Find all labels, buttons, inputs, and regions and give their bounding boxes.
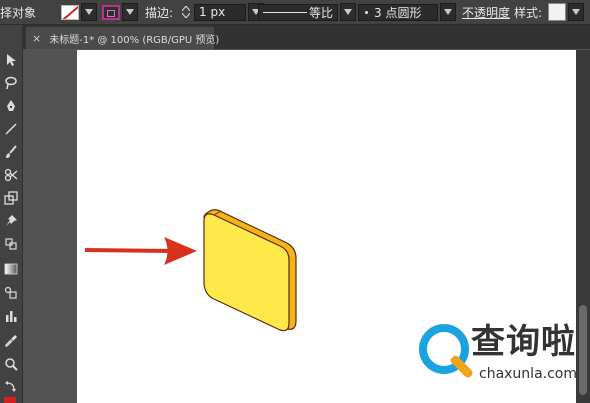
fill-swatch-dropdown[interactable] xyxy=(122,3,138,21)
scissors-tool-icon xyxy=(4,168,18,182)
column-graph-tool[interactable] xyxy=(2,307,20,325)
swap-fill-stroke[interactable] xyxy=(2,377,20,395)
style-dropdown[interactable] xyxy=(568,3,584,21)
scale-tool-icon xyxy=(4,191,18,205)
graph-tool[interactable] xyxy=(2,235,20,253)
select-object-label: 择对象 xyxy=(0,0,36,24)
zoom-tool[interactable] xyxy=(2,355,20,373)
brush-dot-icon xyxy=(365,10,368,14)
document-tab[interactable]: × 未标题-1* @ 100% (RGB/GPU 预览) xyxy=(26,27,219,49)
style-swatch[interactable] xyxy=(548,3,566,21)
stroke-weight-value: 1 px xyxy=(199,5,226,19)
selection-tool-icon xyxy=(7,54,16,66)
puppet-warp-tool[interactable] xyxy=(2,212,20,230)
watermark-name: 查询啦 xyxy=(471,322,576,362)
zoom-tool-icon xyxy=(5,358,18,371)
selection-tool[interactable] xyxy=(2,51,20,69)
vertical-scrollbar[interactable] xyxy=(576,50,590,403)
blend-tool-icon xyxy=(4,286,17,299)
eyedropper-tool-icon xyxy=(5,335,17,347)
lasso-tool[interactable] xyxy=(2,74,20,92)
profile-line-icon xyxy=(263,11,307,13)
swap-icon xyxy=(5,381,16,392)
tools-panel xyxy=(0,25,23,403)
stroke-none-swatch[interactable] xyxy=(61,4,79,20)
select-object-text: 择对象 xyxy=(0,5,37,20)
pen-tool[interactable] xyxy=(2,97,20,115)
fill-swatch[interactable] xyxy=(102,4,120,20)
line-tool[interactable] xyxy=(2,120,20,138)
stroke-weight-field[interactable]: 1 px xyxy=(194,3,246,21)
artboard[interactable]: 查询啦 chaxunla.com xyxy=(77,50,577,403)
blend-tool[interactable] xyxy=(2,283,20,301)
fill-indicator[interactable] xyxy=(4,397,16,403)
scissors-tool[interactable] xyxy=(2,166,20,184)
scale-tool[interactable] xyxy=(2,189,20,207)
lasso-tool-icon xyxy=(5,76,17,90)
red-arrow xyxy=(84,237,197,265)
brush-label: 3 点圆形 xyxy=(374,5,422,20)
scrollbar-thumb[interactable] xyxy=(579,305,587,395)
stroke-label: 描边: xyxy=(145,5,174,20)
stroke-swatch-dropdown[interactable] xyxy=(81,3,97,21)
variable-width-profile[interactable]: 等比 xyxy=(258,3,338,21)
gradient-tool-icon xyxy=(4,263,18,275)
line-tool-icon xyxy=(5,123,17,135)
document-tab-bar: × 未标题-1* @ 100% (RGB/GPU 预览) xyxy=(22,25,590,49)
graph-tool-icon xyxy=(5,238,17,250)
brush-tool-icon xyxy=(6,145,17,158)
watermark-logo-icon xyxy=(417,323,473,378)
opacity-link[interactable]: 不透明度 xyxy=(462,4,510,21)
brush-definition-field[interactable]: 3 点圆形 xyxy=(358,3,438,21)
style-label: 样式: xyxy=(514,5,543,20)
gradient-tool[interactable] xyxy=(2,260,20,278)
watermark: 查询啦 chaxunla.com xyxy=(413,312,577,403)
document-tab-title: 未标题-1* @ 100% (RGB/GPU 预览) xyxy=(49,34,220,46)
control-bar: 择对象 描边: 1 px 等比 3 点圆形 不透明度 样式: xyxy=(0,0,590,25)
brush-dropdown[interactable] xyxy=(440,3,456,21)
eyedropper-tool[interactable] xyxy=(2,332,20,350)
watermark-url: chaxunla.com xyxy=(479,366,577,382)
bar-graph-tool-icon xyxy=(6,311,17,322)
close-tab-icon[interactable]: × xyxy=(32,32,41,45)
profile-label: 等比 xyxy=(308,5,333,20)
profile-dropdown[interactable] xyxy=(340,3,356,21)
brush-tool[interactable] xyxy=(2,143,20,161)
pin-tool-icon xyxy=(6,215,17,226)
stroke-weight-stepper[interactable] xyxy=(180,4,192,21)
pen-tool-icon xyxy=(7,100,15,111)
yellow-3d-square[interactable] xyxy=(203,209,297,332)
